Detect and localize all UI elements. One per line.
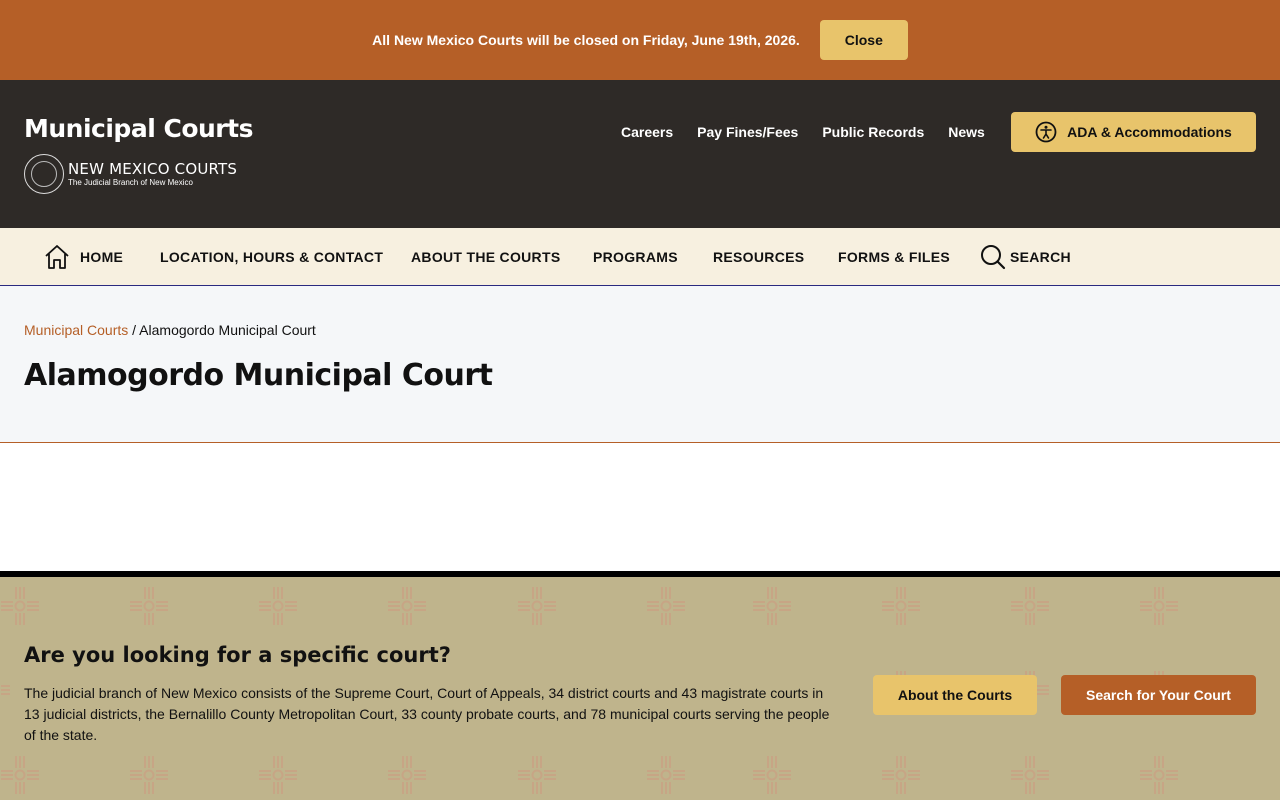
nav-about[interactable]: ABOUT THE COURTS [411,228,560,285]
alert-close-button[interactable]: Close [819,20,908,60]
breadcrumb-parent[interactable]: Municipal Courts [24,322,128,338]
breadcrumb: Municipal Courts / Alamogordo Municipal … [24,322,316,338]
nm-courts-logo[interactable]: NEW MEXICO COURTS The Judicial Branch of… [24,154,237,194]
nav-search-label: SEARCH [1010,248,1071,265]
home-icon [45,244,69,269]
search-court-button[interactable]: Search for Your Court [1061,675,1256,715]
logo-sub-text: The Judicial Branch of New Mexico [68,177,193,187]
nav-home-label: HOME [80,248,124,265]
breadcrumb-current: Alamogordo Municipal Court [139,322,316,338]
alert-message: All New Mexico Courts will be closed on … [372,32,800,48]
main-nav: HOME LOCATION, HOURS & CONTACT ABOUT THE… [0,228,1280,286]
nav-home[interactable]: HOME [44,228,123,285]
nav-forms[interactable]: FORMS & FILES [838,228,950,285]
nav-search[interactable]: SEARCH [980,228,1071,285]
nav-location[interactable]: LOCATION, HOURS & CONTACT [160,228,383,285]
court-seal-icon [24,154,64,194]
about-courts-button[interactable]: About the Courts [873,675,1037,715]
nav-resources[interactable]: RESOURCES [713,228,804,285]
ada-label: ADA & Accommodations [1067,124,1232,140]
page-header: Municipal Courts / Alamogordo Municipal … [0,286,1280,443]
breadcrumb-separator: / [128,322,140,338]
nav-programs[interactable]: PROGRAMS [593,228,678,285]
page-title: Alamogordo Municipal Court [24,358,493,393]
top-nav-careers[interactable]: Careers [621,124,673,140]
site-title[interactable]: Municipal Courts [24,114,253,143]
top-nav-pay-fines[interactable]: Pay Fines/Fees [697,124,798,140]
site-header: Municipal Courts NEW MEXICO COURTS The J… [0,80,1280,228]
court-finder-title: Are you looking for a specific court? [24,643,451,667]
top-nav-public-records[interactable]: Public Records [822,124,924,140]
court-finder-section: Are you looking for a specific court? Th… [0,577,1280,800]
logo-main-text: NEW MEXICO COURTS [68,159,238,178]
top-nav: Careers Pay Fines/Fees Public Records Ne… [621,124,985,140]
accessibility-icon [1035,121,1057,143]
court-finder-description: The judicial branch of New Mexico consis… [24,685,830,743]
alert-banner: All New Mexico Courts will be closed on … [0,0,1280,80]
top-nav-news[interactable]: News [948,124,985,140]
search-icon [981,244,1006,269]
ada-accommodations-button[interactable]: ADA & Accommodations [1011,112,1256,152]
